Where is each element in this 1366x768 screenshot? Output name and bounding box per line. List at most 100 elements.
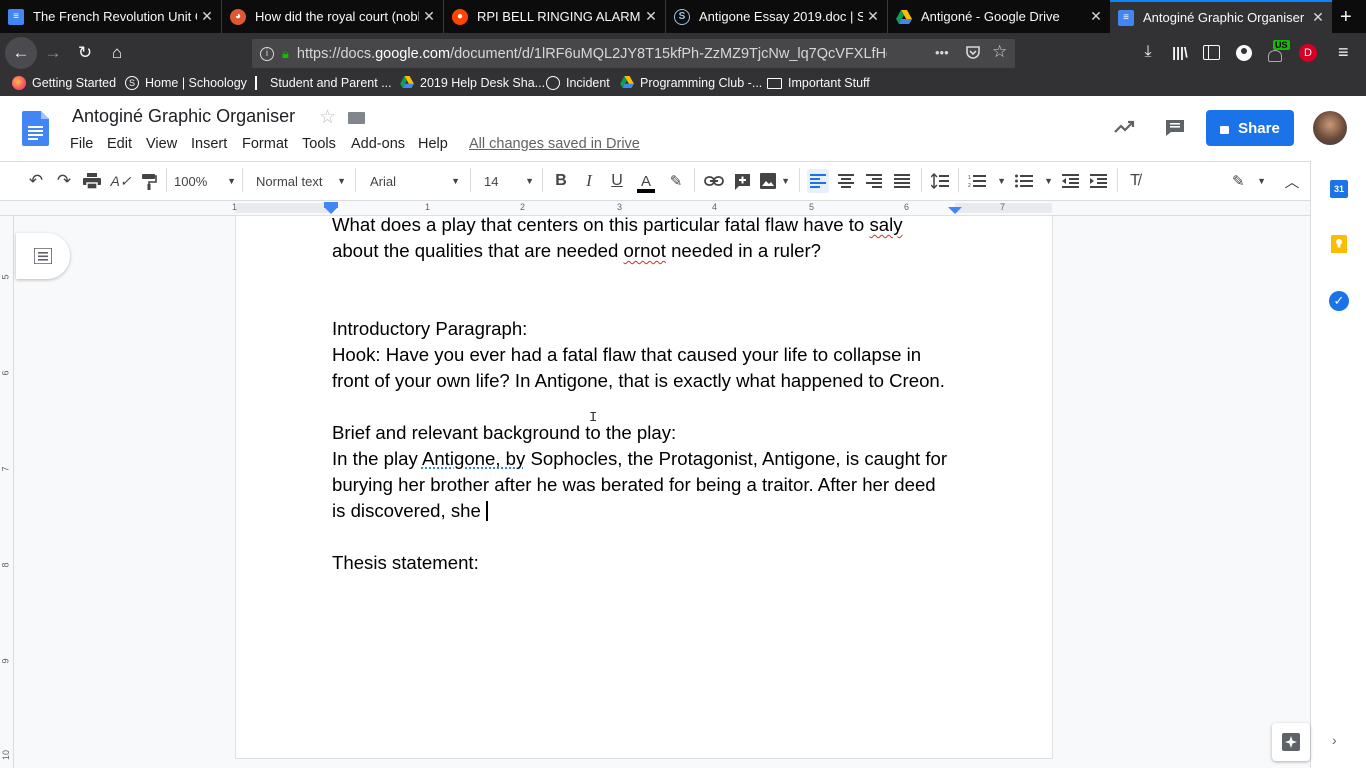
folder-icon[interactable] (348, 112, 365, 124)
tab-rpi-bell[interactable]: ● RPI BELL RINGING ALARM : ras ✕ (444, 0, 666, 33)
info-icon[interactable]: i (260, 46, 274, 61)
highlight-icon[interactable]: ✎ (666, 172, 686, 190)
star-icon[interactable]: ☆ (319, 106, 336, 129)
tab-royal-court[interactable]: ◕ How did the royal court (nobles ✕ (222, 0, 444, 33)
close-icon[interactable]: ✕ (641, 8, 661, 25)
spellcheck-icon[interactable]: A✓ (110, 172, 132, 190)
menu-format[interactable]: Format (242, 136, 288, 152)
editing-mode-icon[interactable]: ✎ ▼ (1232, 172, 1266, 190)
close-icon[interactable]: ✕ (197, 8, 217, 25)
zoom-select[interactable]: 100% ▼ (174, 172, 236, 190)
bold-icon[interactable]: B (551, 172, 571, 190)
document-outline-button[interactable] (16, 233, 70, 279)
undo-icon[interactable]: ↶ (26, 171, 46, 190)
tab-graphic-organiser[interactable]: ≡ Antoginé Graphic Organiser - G ✕ (1110, 0, 1332, 33)
profile-badge-icon[interactable]: D (1299, 44, 1317, 62)
url-bar[interactable]: i 🔒︎ https://docs.google.com/document/d/… (252, 39, 1015, 68)
bookmark-help-desk[interactable]: 2019 Help Desk Sha... (400, 76, 545, 90)
redo-icon[interactable]: ↷ (54, 171, 74, 190)
decrease-indent-icon[interactable] (1060, 172, 1080, 190)
bookmark-star-icon[interactable]: ☆ (992, 42, 1007, 62)
font-size-select[interactable]: 14 ▼ (484, 172, 534, 190)
align-right-icon[interactable] (863, 172, 885, 190)
document-title[interactable]: Antoginé Graphic Organiser (72, 106, 295, 127)
bulleted-list-icon[interactable]: ▼ (1015, 172, 1053, 190)
pocket-icon[interactable] (965, 44, 981, 64)
menu-edit[interactable]: Edit (107, 136, 132, 152)
close-icon[interactable]: ✕ (419, 8, 439, 25)
text-color-icon[interactable]: A (635, 172, 657, 194)
account-icon[interactable] (1236, 45, 1252, 61)
calendar-icon[interactable]: 31 (1330, 180, 1348, 198)
bookmark-student-parent[interactable]: Student and Parent ... (255, 76, 392, 90)
increase-indent-icon[interactable] (1088, 172, 1108, 190)
keep-icon[interactable] (1331, 235, 1347, 253)
misspelled-word[interactable]: saly (869, 214, 902, 235)
comments-icon[interactable] (1164, 118, 1186, 138)
home-button[interactable]: ⌂ (102, 38, 132, 68)
add-comment-icon[interactable] (732, 172, 752, 190)
numbered-list-icon[interactable]: 1 2 ▼ (968, 172, 1006, 190)
insert-image-icon[interactable]: ▼ (760, 172, 790, 190)
docs-logo-icon[interactable] (22, 111, 49, 146)
clear-formatting-icon[interactable]: T̸ (1125, 172, 1145, 190)
tasks-icon[interactable]: ✓ (1329, 291, 1349, 311)
align-center-icon[interactable] (835, 172, 857, 190)
activity-trend-icon[interactable] (1113, 118, 1135, 136)
bookmark-getting-started[interactable]: Getting Started (12, 76, 116, 90)
sidebar-icon[interactable] (1203, 45, 1220, 60)
back-button[interactable]: ← (5, 37, 37, 69)
share-button[interactable]: Share (1206, 110, 1294, 146)
section-heading: Brief and relevant background to the pla… (332, 422, 677, 443)
close-icon[interactable]: ✕ (1086, 8, 1106, 25)
text-cursor (486, 501, 488, 521)
left-indent-marker[interactable] (324, 207, 338, 214)
menu-addons[interactable]: Add-ons (351, 136, 405, 152)
tab-antigone-essay[interactable]: S Antigone Essay 2019.doc | Sch ✕ (666, 0, 888, 33)
new-tab-button[interactable]: + (1340, 6, 1352, 29)
bookmark-important-stuff[interactable]: Important Stuff (767, 76, 870, 90)
line-spacing-icon[interactable] (929, 172, 951, 190)
tab-french-revolution[interactable]: ≡ The French Revolution Unit Gu ✕ (0, 0, 222, 33)
align-left-icon[interactable] (807, 169, 829, 193)
document-line: What does a play that centers on this pa… (332, 214, 903, 235)
expand-panel-chevron-icon[interactable]: › (1332, 732, 1337, 748)
close-icon[interactable]: ✕ (1308, 9, 1328, 26)
bookmark-programming-club[interactable]: Programming Club -... (620, 76, 762, 90)
font-select[interactable]: Arial ▼ (370, 172, 460, 190)
forward-button[interactable]: → (38, 38, 68, 68)
close-icon[interactable]: ✕ (863, 8, 883, 25)
underline-icon[interactable]: U (607, 172, 627, 190)
avatar[interactable] (1313, 111, 1347, 145)
more-actions-icon[interactable]: ••• (935, 45, 949, 60)
explore-button[interactable] (1272, 723, 1310, 761)
menu-tools[interactable]: Tools (302, 136, 336, 152)
ruler-number: 7 (0, 466, 11, 472)
ruler-number: 4 (712, 202, 718, 212)
paint-format-icon[interactable] (139, 172, 159, 190)
toolbar-divider (542, 168, 543, 192)
menu-view[interactable]: View (146, 136, 177, 152)
bookmark-incident[interactable]: Incident (546, 76, 610, 90)
reload-button[interactable]: ↻ (70, 38, 100, 68)
collapse-chevron-icon[interactable]: ︿ (1283, 172, 1301, 191)
menu-insert[interactable]: Insert (191, 136, 227, 152)
print-icon[interactable] (82, 172, 102, 190)
menu-file[interactable]: File (70, 136, 93, 152)
justify-icon[interactable] (891, 172, 913, 190)
misspelled-word[interactable]: ornot (624, 240, 666, 261)
style-select[interactable]: Normal text ▼ (256, 172, 346, 190)
tab-title: How did the royal court (nobles (255, 9, 419, 24)
library-icon[interactable]: |||\ (1170, 44, 1190, 64)
grammar-suggestion[interactable]: Antigone, by (422, 448, 525, 469)
extension-icon[interactable]: US (1266, 40, 1290, 64)
link-icon[interactable] (703, 172, 725, 190)
save-status[interactable]: All changes saved in Drive (469, 136, 640, 152)
hamburger-menu-icon[interactable]: ≡ (1338, 42, 1349, 63)
bookmark-schoology[interactable]: S Home | Schoology (125, 76, 247, 90)
menu-help[interactable]: Help (418, 136, 448, 152)
tab-google-drive[interactable]: Antigoné - Google Drive ✕ (888, 0, 1110, 33)
downloads-icon[interactable]: ⤓ (1138, 43, 1158, 63)
italic-icon[interactable]: I (579, 171, 599, 190)
right-indent-marker[interactable] (948, 207, 962, 214)
